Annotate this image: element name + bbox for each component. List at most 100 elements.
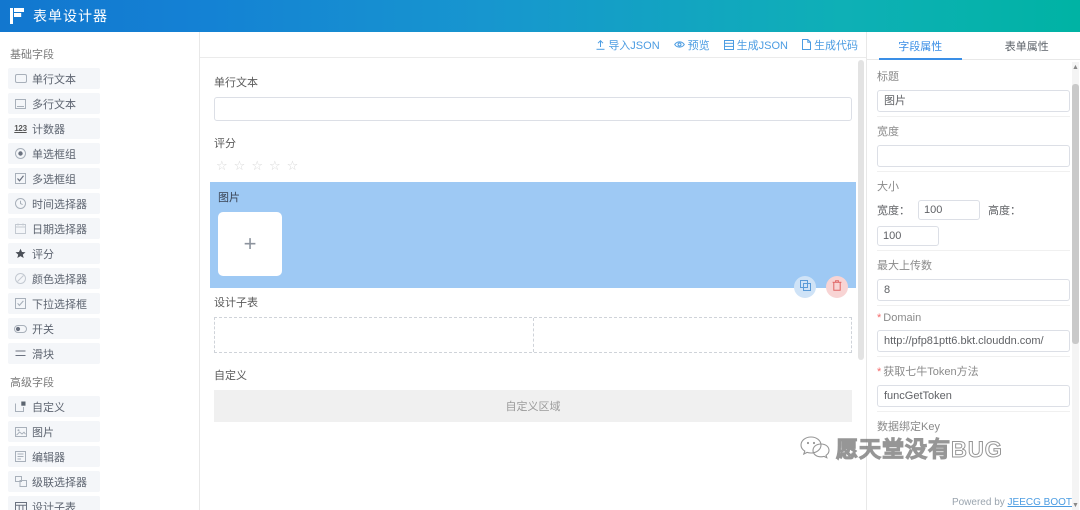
canvas-field-image-selected[interactable]: 图片 + (210, 182, 856, 298)
size-width-input[interactable]: 100 (918, 200, 980, 220)
palette-item-label: 评分 (32, 248, 54, 261)
size-height-input[interactable]: 100 (877, 226, 939, 246)
image-upload-box[interactable]: + (218, 212, 282, 276)
radio-group-icon (14, 147, 27, 160)
preview-button[interactable]: 预览 (673, 37, 710, 53)
canvas-scrollbar-thumb[interactable] (858, 60, 864, 360)
footer-prefix: Powered by (951, 497, 1008, 508)
custom-component-icon (14, 400, 27, 413)
properties-tabs: 字段属性 表单属性 (867, 32, 1080, 60)
json-file-icon (723, 39, 734, 50)
palette-item-color-picker[interactable]: 颜色选择器 (8, 268, 100, 289)
tab-field-properties[interactable]: 字段属性 (867, 32, 974, 60)
form-canvas[interactable]: 单行文本 评分 ☆ ☆ ☆ ☆ ☆ 图片 + 设计子表 自定义 自定义区域 (200, 58, 866, 510)
star-icon[interactable]: ☆ (251, 159, 263, 172)
palette-item-radio-group[interactable]: 单选框组 (8, 143, 100, 164)
canvas-field-single-line-text[interactable]: 单行文本 (212, 68, 854, 129)
palette-item-slider[interactable]: 滑块 (8, 343, 100, 364)
palette-item-label: 滑块 (32, 348, 54, 361)
prop-row-domain: * Domain http://pfp81ptt6.bkt.clouddn.com… (877, 312, 1070, 357)
properties-scrollbar[interactable]: ▲ ▼ (1072, 62, 1079, 510)
star-icon[interactable]: ☆ (234, 159, 246, 172)
sub-table-cell[interactable] (532, 318, 852, 352)
tab-form-properties[interactable]: 表单属性 (974, 32, 1080, 59)
field-label: 单行文本 (214, 77, 258, 89)
palette-item-label: 多行文本 (32, 98, 76, 111)
properties-scrollbar-thumb[interactable] (1072, 84, 1079, 344)
palette-item-label: 日期选择器 (32, 223, 87, 236)
cascader-icon (14, 475, 27, 488)
jeecg-boot-link[interactable]: JEECG BOOT (1008, 497, 1072, 508)
designer-canvas-panel: 导入JSON 预览 生成JSON 生成代码 单行文本 评分 ☆ ☆ ☆ ☆ ☆ … (200, 32, 867, 510)
canvas-field-custom[interactable]: 自定义 自定义区域 (212, 361, 854, 430)
palette-group-advanced-items: 自定义 图片 编辑器 级联选择器 设计子表 (6, 396, 193, 510)
scroll-up-arrow-icon[interactable]: ▲ (1072, 62, 1079, 72)
slider-icon (14, 347, 27, 360)
palette-item-label: 计数器 (32, 123, 65, 136)
prop-row-width: 宽度 (877, 123, 1070, 172)
domain-input[interactable]: http://pfp81ptt6.bkt.clouddn.com/ (877, 330, 1070, 352)
prop-label: * 获取七牛Token方法 (877, 363, 1070, 379)
palette-item-counter[interactable]: 123 计数器 (8, 118, 100, 139)
palette-item-image[interactable]: 图片 (8, 421, 100, 442)
palette-item-custom[interactable]: 自定义 (8, 396, 100, 417)
multi-line-text-icon (14, 97, 27, 110)
prop-label: 数据绑定Key (877, 421, 940, 433)
prop-row-max-uploads: 最大上传数 8 (877, 257, 1070, 306)
palette-item-rate[interactable]: 评分 (8, 243, 100, 264)
palette-item-label: 下拉选择框 (32, 298, 87, 311)
palette-item-label: 颜色选择器 (32, 273, 87, 286)
generate-code-button[interactable]: 生成代码 (802, 37, 858, 53)
checkbox-group-icon (14, 172, 27, 185)
palette-item-select[interactable]: 下拉选择框 (8, 293, 100, 314)
sub-table-cell[interactable] (215, 318, 533, 352)
max-uploads-input[interactable]: 8 (877, 279, 1070, 301)
sub-table-dropzones[interactable] (214, 317, 852, 353)
star-icon (14, 247, 27, 260)
custom-area-label: 自定义区域 (505, 401, 561, 413)
prop-label: 最大上传数 (877, 260, 932, 272)
field-label: 设计子表 (214, 297, 258, 309)
custom-area-placeholder[interactable]: 自定义区域 (214, 390, 852, 422)
palette-item-label: 图片 (32, 426, 54, 439)
canvas-toolbar: 导入JSON 预览 生成JSON 生成代码 (200, 32, 866, 58)
palette-item-multi-line-text[interactable]: 多行文本 (8, 93, 100, 114)
palette-item-editor[interactable]: 编辑器 (8, 446, 100, 467)
palette-item-date-picker[interactable]: 日期选择器 (8, 218, 100, 239)
palette-item-label: 开关 (32, 323, 54, 336)
canvas-scroll-content: 单行文本 评分 ☆ ☆ ☆ ☆ ☆ 图片 + 设计子表 自定义 自定义区域 (210, 68, 856, 430)
scroll-down-arrow-icon[interactable]: ▼ (1072, 500, 1079, 510)
rate-stars[interactable]: ☆ ☆ ☆ ☆ ☆ (214, 158, 852, 174)
import-json-button[interactable]: 导入JSON (596, 37, 660, 53)
canvas-field-sub-table[interactable]: 设计子表 (212, 288, 854, 361)
star-icon[interactable]: ☆ (287, 159, 299, 172)
single-line-text-input[interactable] (214, 97, 852, 121)
app-header: 表单设计器 (0, 0, 1080, 32)
size-inputs: 宽度： 100 高度： 100 (877, 200, 1070, 246)
palette-item-checkbox-group[interactable]: 多选框组 (8, 168, 100, 189)
select-dropdown-icon (14, 297, 27, 310)
generate-json-button[interactable]: 生成JSON (723, 37, 788, 53)
import-json-label: 导入JSON (608, 39, 660, 52)
plus-icon: + (243, 231, 257, 256)
canvas-field-rate[interactable]: 评分 ☆ ☆ ☆ ☆ ☆ (212, 129, 854, 182)
palette-item-sub-table[interactable]: 设计子表 (8, 496, 100, 510)
prop-row-title: 标题 图片 (877, 68, 1070, 117)
palette-item-time-picker[interactable]: 时间选择器 (8, 193, 100, 214)
canvas-scrollbar[interactable] (858, 60, 864, 506)
prop-label-text: Domain (883, 312, 922, 324)
prop-label: 标题 (877, 71, 899, 83)
title-input[interactable]: 图片 (877, 90, 1070, 112)
required-marker: * (877, 366, 882, 378)
main-body: 基础字段 单行文本 多行文本 123 计数器 单选框组 多选框组 时间选择器 日… (0, 32, 1080, 510)
page-title: 表单设计器 (33, 8, 108, 24)
palette-item-switch[interactable]: 开关 (8, 318, 100, 339)
palette-item-single-line-text[interactable]: 单行文本 (8, 68, 100, 89)
star-icon[interactable]: ☆ (269, 159, 281, 172)
palette-item-cascader[interactable]: 级联选择器 (8, 471, 100, 492)
size-width-label: 宽度： (877, 205, 910, 217)
star-icon[interactable]: ☆ (216, 159, 228, 172)
sub-table-icon (14, 500, 27, 510)
qiniu-token-func-input[interactable]: funcGetToken (877, 385, 1070, 407)
width-input[interactable] (877, 145, 1070, 167)
